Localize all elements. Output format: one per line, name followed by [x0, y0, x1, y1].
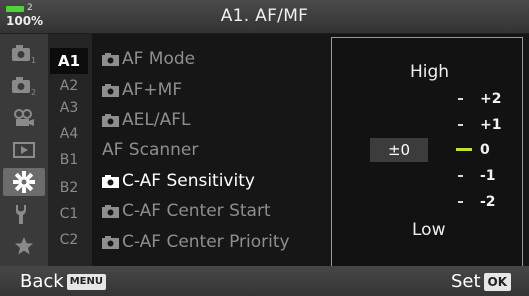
menu-item-label: C-AF Center Start — [122, 201, 271, 221]
camera-menu-screen: 2 100% A1. AF/MF 1 2 A1 A2 A3 A4 B1 B2 C… — [0, 0, 529, 296]
scale-tick — [458, 98, 463, 100]
scale-option-minus-2[interactable]: -2 — [332, 191, 522, 213]
menu-key-icon: MENU — [66, 273, 106, 290]
tab-a1[interactable]: A1 — [50, 48, 88, 74]
tab-column: A1 A2 A3 A4 B1 B2 C1 C2 — [48, 34, 92, 266]
menu-item-c-af-center-start[interactable]: C-AF Center Start — [102, 196, 271, 226]
scale-option-plus-1[interactable]: +1 — [332, 114, 522, 136]
camera-2-icon[interactable]: 2 — [3, 72, 45, 100]
tab-a3[interactable]: A3 — [50, 98, 88, 118]
back-label: Back — [20, 271, 64, 292]
scale-value: 0 — [480, 142, 490, 158]
menu-item-label: AF Scanner — [102, 140, 199, 160]
menu-item-ael-afl[interactable]: AEL/AFL — [102, 105, 190, 135]
menu-item-label: C-AF Sensitivity — [122, 171, 255, 191]
gear-icon[interactable] — [3, 168, 45, 196]
current-value-box: ±0 — [370, 138, 428, 162]
playback-icon[interactable] — [3, 136, 45, 164]
tab-c2[interactable]: C2 — [50, 230, 88, 250]
menu-item-label: AEL/AFL — [122, 110, 191, 130]
scale-value: +2 — [480, 91, 502, 107]
svg-text:2: 2 — [31, 88, 36, 96]
camera-icon — [102, 204, 120, 218]
camera-icon — [102, 174, 120, 188]
camera-icon — [102, 235, 120, 249]
menu-item-label: AF+MF — [122, 80, 183, 100]
menu-item-c-af-center-priority[interactable]: C-AF Center Priority — [102, 227, 290, 257]
scale-low-label: Low — [412, 220, 446, 240]
ok-key-icon: OK — [483, 272, 511, 291]
menu-item-af-mf[interactable]: AF+MF — [102, 75, 182, 105]
header-bar: 2 100% A1. AF/MF — [0, 0, 529, 34]
scale-value: +1 — [480, 117, 502, 133]
scale-tick — [458, 124, 463, 126]
category-icon-column: 1 2 — [0, 34, 48, 266]
menu-list: AF Mode AF+MF AEL/AFL AF Scanner C-AF Se… — [92, 34, 330, 266]
menu-item-c-af-sensitivity[interactable]: C-AF Sensitivity — [102, 166, 255, 196]
tab-a2[interactable]: A2 — [50, 76, 88, 96]
sensitivity-panel: High +2 +1 0 -1 -2 ±0 Low — [331, 37, 523, 267]
camera-icon — [102, 113, 120, 127]
star-icon[interactable] — [3, 232, 45, 260]
menu-item-af-mode[interactable]: AF Mode — [102, 44, 195, 74]
svg-text:1: 1 — [31, 56, 36, 64]
scale-value: -1 — [480, 168, 496, 184]
set-button[interactable]: Set OK — [451, 271, 511, 292]
camera-1-icon[interactable]: 1 — [3, 40, 45, 68]
tab-a4[interactable]: A4 — [50, 124, 88, 144]
back-button[interactable]: Back MENU — [20, 271, 106, 292]
set-label: Set — [450, 271, 481, 292]
tab-b1[interactable]: B1 — [50, 150, 88, 170]
scale-value: -2 — [480, 194, 496, 210]
scale-high-label: High — [410, 62, 450, 82]
scale-option-plus-2[interactable]: +2 — [332, 88, 522, 110]
footer-bar: Back MENU Set OK — [0, 266, 529, 296]
camera-icon — [102, 83, 120, 97]
page-title: A1. AF/MF — [220, 6, 309, 26]
menu-item-af-scanner[interactable]: AF Scanner — [102, 135, 198, 165]
scale-tick-selected — [456, 148, 472, 151]
scale-option-minus-1[interactable]: -1 — [332, 165, 522, 187]
tab-c1[interactable]: C1 — [50, 204, 88, 224]
tab-b2[interactable]: B2 — [50, 178, 88, 198]
video-icon[interactable] — [3, 104, 45, 132]
menu-item-label: AF Mode — [122, 49, 196, 69]
scale-tick — [458, 175, 463, 177]
menu-item-label: C-AF Center Priority — [122, 232, 290, 252]
scale-tick — [458, 201, 463, 203]
wrench-icon[interactable] — [3, 200, 45, 228]
camera-icon — [102, 52, 120, 66]
